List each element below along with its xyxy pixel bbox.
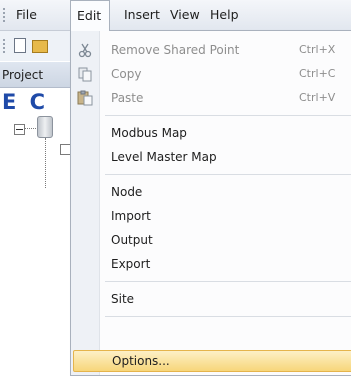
menu-item-label: Export — [111, 257, 151, 271]
tree-collapse-icon[interactable] — [14, 124, 25, 135]
menu-item-options[interactable]: Options... — [73, 350, 351, 372]
menu-item-label: Import — [111, 209, 151, 223]
menu-item-copy[interactable]: Copy Ctrl+C — [71, 62, 351, 86]
menu-item-remove-shared-point[interactable]: Remove Shared Point Ctrl+X — [71, 38, 351, 62]
menu-item-shortcut: Ctrl+C — [299, 67, 336, 80]
menu-item-label: Node — [111, 185, 143, 199]
menu-item-import[interactable]: Import — [71, 204, 351, 228]
menu-item-label: Level Master Map — [111, 150, 217, 164]
menu-edit[interactable]: Edit — [70, 0, 110, 31]
menu-item-export[interactable]: Export — [71, 252, 351, 276]
menu-item-label: Paste — [111, 91, 144, 105]
menu-item-modbus-map[interactable]: Modbus Map — [71, 121, 351, 145]
menu-item-label: Remove Shared Point — [111, 43, 240, 57]
menu-item-level-master-map[interactable]: Level Master Map — [71, 145, 351, 169]
menu-item-label: Options... — [112, 354, 170, 368]
menu-item-label: Output — [111, 233, 153, 247]
menu-item-shortcut: Ctrl+V — [299, 91, 336, 104]
copy-icon — [78, 67, 92, 82]
app-logo: E C — [2, 90, 49, 114]
menu-bar: File Edit Insert View Help — [0, 0, 351, 31]
tree-connector — [45, 138, 46, 188]
menu-insert[interactable]: Insert — [124, 0, 160, 30]
edit-menu-dropdown: Remove Shared Point Ctrl+X Copy Ctrl+C P… — [70, 30, 351, 376]
menu-file[interactable]: File — [16, 0, 37, 30]
main-toolbar — [0, 31, 72, 61]
database-icon[interactable] — [37, 116, 53, 138]
open-folder-icon[interactable] — [32, 40, 48, 53]
menu-item-paste[interactable]: Paste Ctrl+V — [71, 86, 351, 110]
menu-item-label: Modbus Map — [111, 126, 187, 140]
menu-item-label: Site — [111, 292, 135, 306]
menu-item-site[interactable]: Site — [71, 287, 351, 311]
menu-view[interactable]: View — [170, 0, 200, 30]
menu-help[interactable]: Help — [210, 0, 239, 30]
menu-item-node[interactable]: Node — [71, 180, 351, 204]
toolbar-grip[interactable] — [3, 39, 5, 53]
menu-separator — [105, 174, 351, 175]
menu-item-shortcut: Ctrl+X — [299, 43, 336, 56]
menu-separator — [105, 316, 351, 317]
scissors-icon — [78, 43, 92, 58]
menu-item-output[interactable]: Output — [71, 228, 351, 252]
paste-icon — [77, 90, 93, 106]
menu-item-label: Copy — [111, 67, 142, 81]
tab-project[interactable]: Project — [0, 62, 72, 88]
tree-connector — [24, 128, 38, 129]
new-file-icon[interactable] — [14, 38, 26, 53]
menu-separator — [105, 281, 351, 282]
menu-separator — [105, 115, 351, 116]
toolbar-grip[interactable] — [3, 8, 5, 22]
